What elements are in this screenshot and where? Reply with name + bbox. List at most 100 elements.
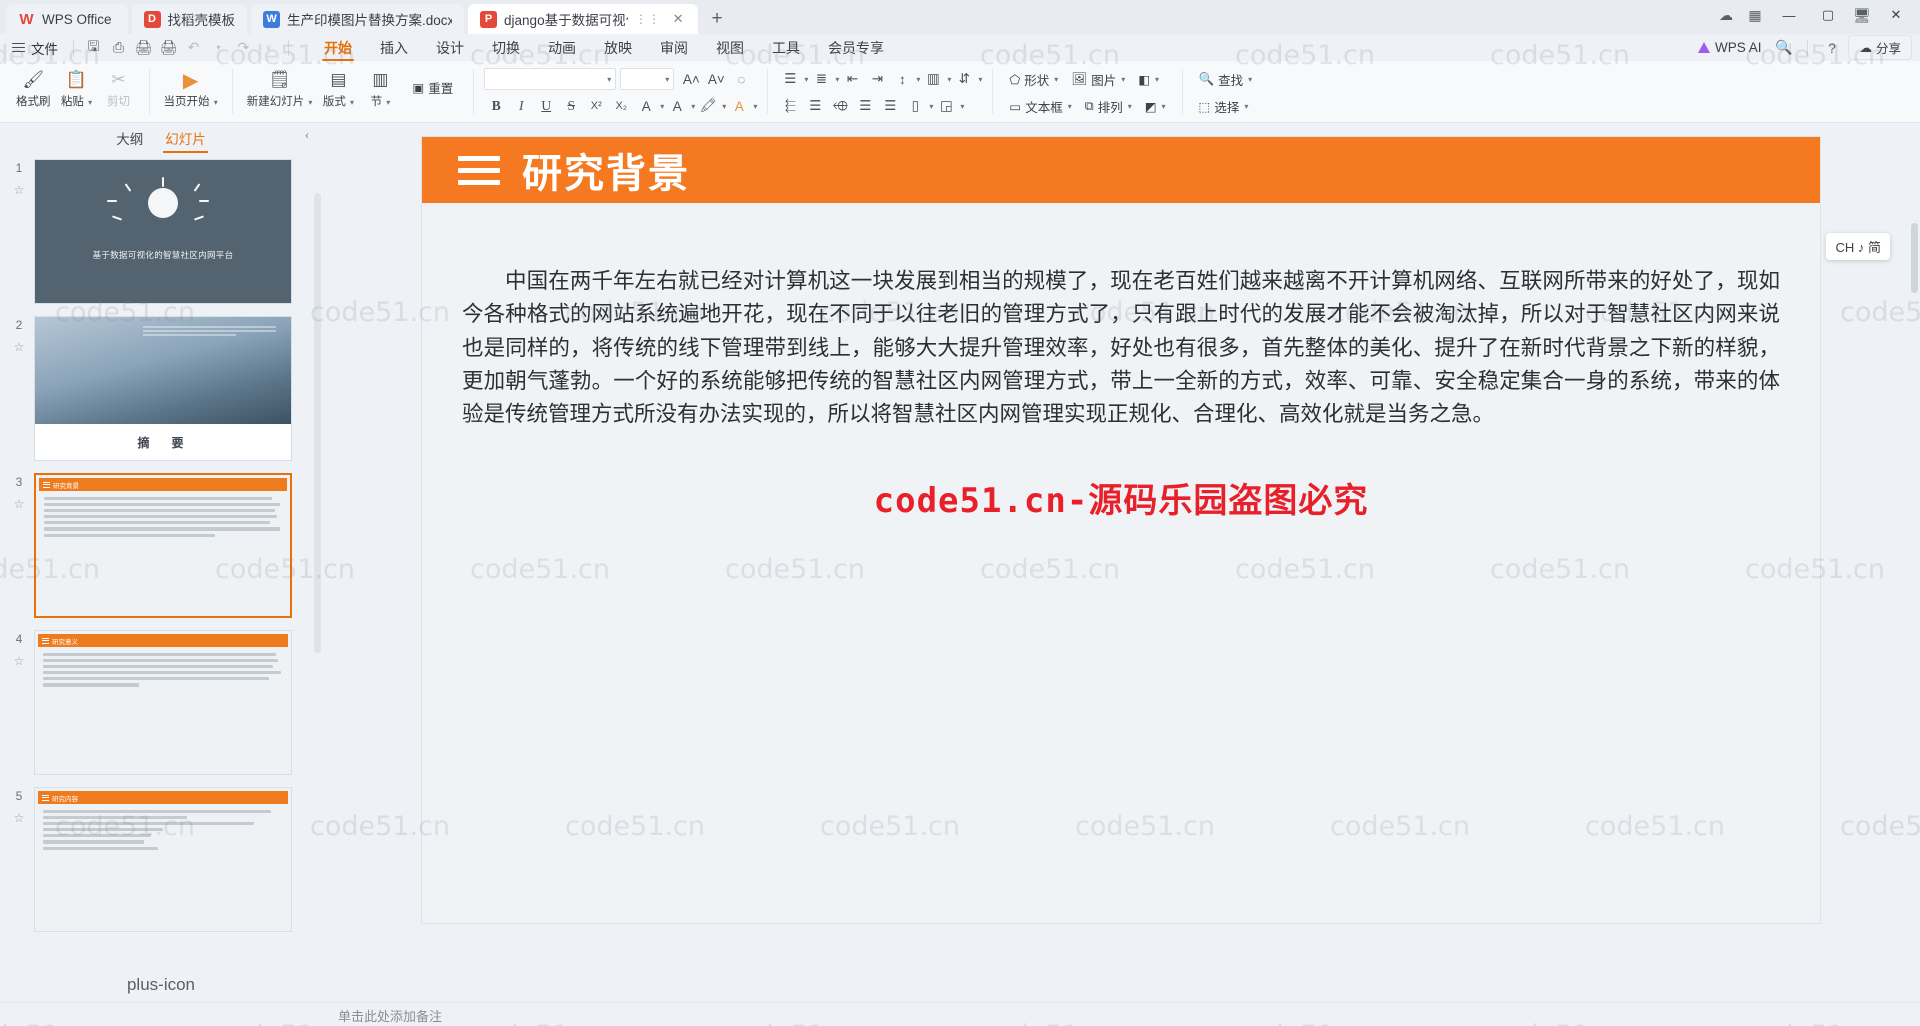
shapes-button[interactable]: ⬠ 形状 ▾	[1003, 67, 1064, 91]
shape-style-button[interactable]: ◩ ▾	[1139, 94, 1172, 118]
subscript-button[interactable]: X₂	[609, 95, 633, 118]
find-button[interactable]: 🔍 查找 ▾	[1193, 67, 1259, 91]
bullet-list-icon[interactable]: ☰	[778, 68, 802, 91]
undo-caret-icon[interactable]: ▾	[206, 37, 231, 59]
tab-wps-office[interactable]: W WPS Office	[6, 4, 128, 34]
maximize-button[interactable]: ▢	[1810, 0, 1846, 30]
slide-thumbnail-list[interactable]: 1 ☆ 基于数据可视化的智慧社区内网平台 2 ☆ 摘 要 3 ☆ 研究背景 4 …	[0, 153, 322, 968]
notes-pane[interactable]: 单击此处添加备注	[0, 1002, 1920, 1026]
chevron-down-icon[interactable]: ▾	[947, 75, 951, 84]
close-window-button[interactable]: ✕	[1878, 0, 1914, 30]
select-button[interactable]: ⬚ 选择 ▾	[1193, 94, 1255, 118]
list-item[interactable]: 3 ☆ 研究背景	[0, 471, 322, 628]
textbox-button[interactable]: ▭ 文本框 ▾	[1003, 94, 1077, 118]
chevron-down-icon[interactable]: ▾	[753, 102, 757, 111]
chevron-down-icon[interactable]: ▾	[978, 75, 982, 84]
clear-format-icon[interactable]: ◌	[729, 68, 753, 91]
chevron-down-icon[interactable]: ▾	[1248, 75, 1252, 84]
numbered-list-icon[interactable]: ≣	[809, 68, 833, 91]
slide-thumbnail[interactable]: 基于数据可视化的智慧社区内网平台	[34, 159, 292, 304]
align-distribute-icon[interactable]: ☰	[878, 95, 902, 118]
slide-thumbnail[interactable]: 研究意义	[34, 630, 292, 775]
list-item[interactable]: 4 ☆ 研究意义	[0, 628, 322, 785]
smartart-icon[interactable]: ◲	[934, 95, 958, 118]
ribbon-tab-view[interactable]: 视图	[702, 35, 758, 61]
ribbon-tab-animation[interactable]: 动画	[534, 35, 590, 61]
decrease-font-size-button[interactable]: A˅	[704, 68, 728, 91]
ribbon-tab-start[interactable]: 开始	[310, 35, 366, 61]
font-color-icon[interactable]: A	[634, 95, 658, 118]
align-vertical-icon[interactable]: ▯	[903, 95, 927, 118]
chevron-down-icon[interactable]: ▾	[1054, 75, 1058, 84]
indent-increase-icon[interactable]: ⇥	[865, 68, 889, 91]
new-slide-button[interactable]: 🗒 新建幻灯片 ▾	[243, 65, 317, 109]
save-cloud-icon[interactable]: ⎙	[106, 37, 131, 59]
tab-powerpoint-active[interactable]: P django基于数据可视化的智 ⋮⋮ ✕	[468, 4, 699, 34]
chevron-down-icon[interactable]: ▾	[691, 102, 695, 111]
chevron-down-icon[interactable]: ▾	[929, 102, 933, 111]
slide-thumbnail-selected[interactable]: 研究背景	[34, 473, 292, 618]
file-menu-button[interactable]: 文件	[8, 38, 66, 58]
wps-ai-button[interactable]: WPS AI	[1692, 40, 1768, 55]
tab-word-document[interactable]: W 生产印模图片替换方案.docx	[251, 4, 465, 34]
tab-outline[interactable]: 大纲	[116, 128, 143, 148]
chevron-down-icon[interactable]: ▾	[1162, 102, 1166, 111]
align-justify-icon[interactable]: ☰	[853, 95, 877, 118]
align-left-icon[interactable]: ⬱	[778, 95, 802, 118]
chevron-down-icon[interactable]: ▾	[804, 75, 808, 84]
font-family-input[interactable]: ▾	[484, 68, 617, 90]
more-caret-icon[interactable]: ˅	[256, 37, 281, 59]
minimize-button[interactable]: —	[1771, 0, 1807, 30]
layout-button[interactable]: ▤ 版式 ▾	[318, 65, 358, 109]
highlight-icon[interactable]: 🖍	[696, 95, 720, 118]
indent-decrease-icon[interactable]: ⇤	[840, 68, 864, 91]
list-item[interactable]: 2 ☆ 摘 要	[0, 314, 322, 471]
chevron-down-icon[interactable]: ▾	[722, 102, 726, 111]
ribbon-tab-tools[interactable]: 工具	[758, 35, 814, 61]
star-icon[interactable]: ☆	[14, 183, 25, 197]
text-effect-icon[interactable]: A	[727, 95, 751, 118]
chevron-down-icon[interactable]: ▾	[835, 75, 839, 84]
chevron-down-icon[interactable]: ▾	[660, 102, 664, 111]
section-button[interactable]: ▥ 节 ▾	[360, 65, 400, 109]
new-tab-button[interactable]: +	[704, 6, 730, 32]
ribbon-tab-slideshow[interactable]: 放映	[590, 35, 646, 61]
align-center-icon[interactable]: ☰	[803, 95, 827, 118]
line-spacing-icon[interactable]: ↕	[890, 68, 914, 91]
ribbon-tab-design[interactable]: 设计	[422, 35, 478, 61]
arrange-button[interactable]: ⧉ 排列 ▾	[1079, 94, 1138, 118]
slide-body-text[interactable]: 中国在两千年左右就已经对计算机这一块发展到相当的规模了，现在老百姓们越来越离不开…	[462, 265, 1780, 432]
monitor-icon[interactable]: 🖥	[1849, 3, 1875, 27]
chevron-down-icon[interactable]: ▾	[960, 102, 964, 111]
add-slide-button[interactable]: plus-icon	[0, 968, 322, 1002]
list-item[interactable]: 5 ☆ 研究内容	[0, 785, 322, 942]
share-button[interactable]: ☁ 分享	[1848, 35, 1912, 60]
chevron-down-icon[interactable]: ▾	[1121, 75, 1125, 84]
tab-docer-template[interactable]: D 找稻壳模板	[131, 4, 248, 34]
print-icon[interactable]: 🖨	[131, 37, 156, 59]
slide-editing-surface[interactable]: 研究背景 中国在两千年左右就已经对计算机这一块发展到相当的规模了，现在老百姓们越…	[422, 137, 1820, 923]
star-icon[interactable]: ☆	[14, 340, 25, 354]
picture-button[interactable]: 🖼 图片 ▾	[1065, 67, 1131, 91]
scrollbar[interactable]	[314, 193, 321, 653]
help-icon[interactable]: ?	[1819, 37, 1844, 59]
save-icon[interactable]: 🖫	[81, 37, 106, 59]
strikethrough-button[interactable]: S	[559, 95, 583, 118]
italic-button[interactable]: I	[509, 95, 533, 118]
cut-button[interactable]: ✂ 剪切	[99, 65, 139, 109]
search-icon[interactable]: 🔍	[1771, 37, 1796, 59]
align-right-icon[interactable]: ⬲	[828, 95, 852, 118]
slide-header-banner[interactable]: 研究背景	[422, 137, 1820, 203]
ribbon-tab-transition[interactable]: 切换	[478, 35, 534, 61]
close-icon[interactable]: ✕	[670, 11, 686, 27]
chevron-down-icon[interactable]: ▾	[916, 75, 920, 84]
present-current-button[interactable]: ▶ 当页开始 ▾	[160, 65, 222, 109]
ribbon-tab-review[interactable]: 审阅	[646, 35, 702, 61]
char-border-icon[interactable]: A	[665, 95, 689, 118]
redo-icon[interactable]: ↷	[231, 37, 256, 59]
superscript-button[interactable]: X²	[584, 95, 608, 118]
format-brush-button[interactable]: 🖌 格式刷	[12, 65, 55, 109]
paste-button[interactable]: 📋 粘贴 ▾	[57, 65, 97, 109]
ime-status-badge[interactable]: CH ♪ 简	[1826, 233, 1890, 260]
print-preview-icon[interactable]: 🖨	[156, 37, 181, 59]
